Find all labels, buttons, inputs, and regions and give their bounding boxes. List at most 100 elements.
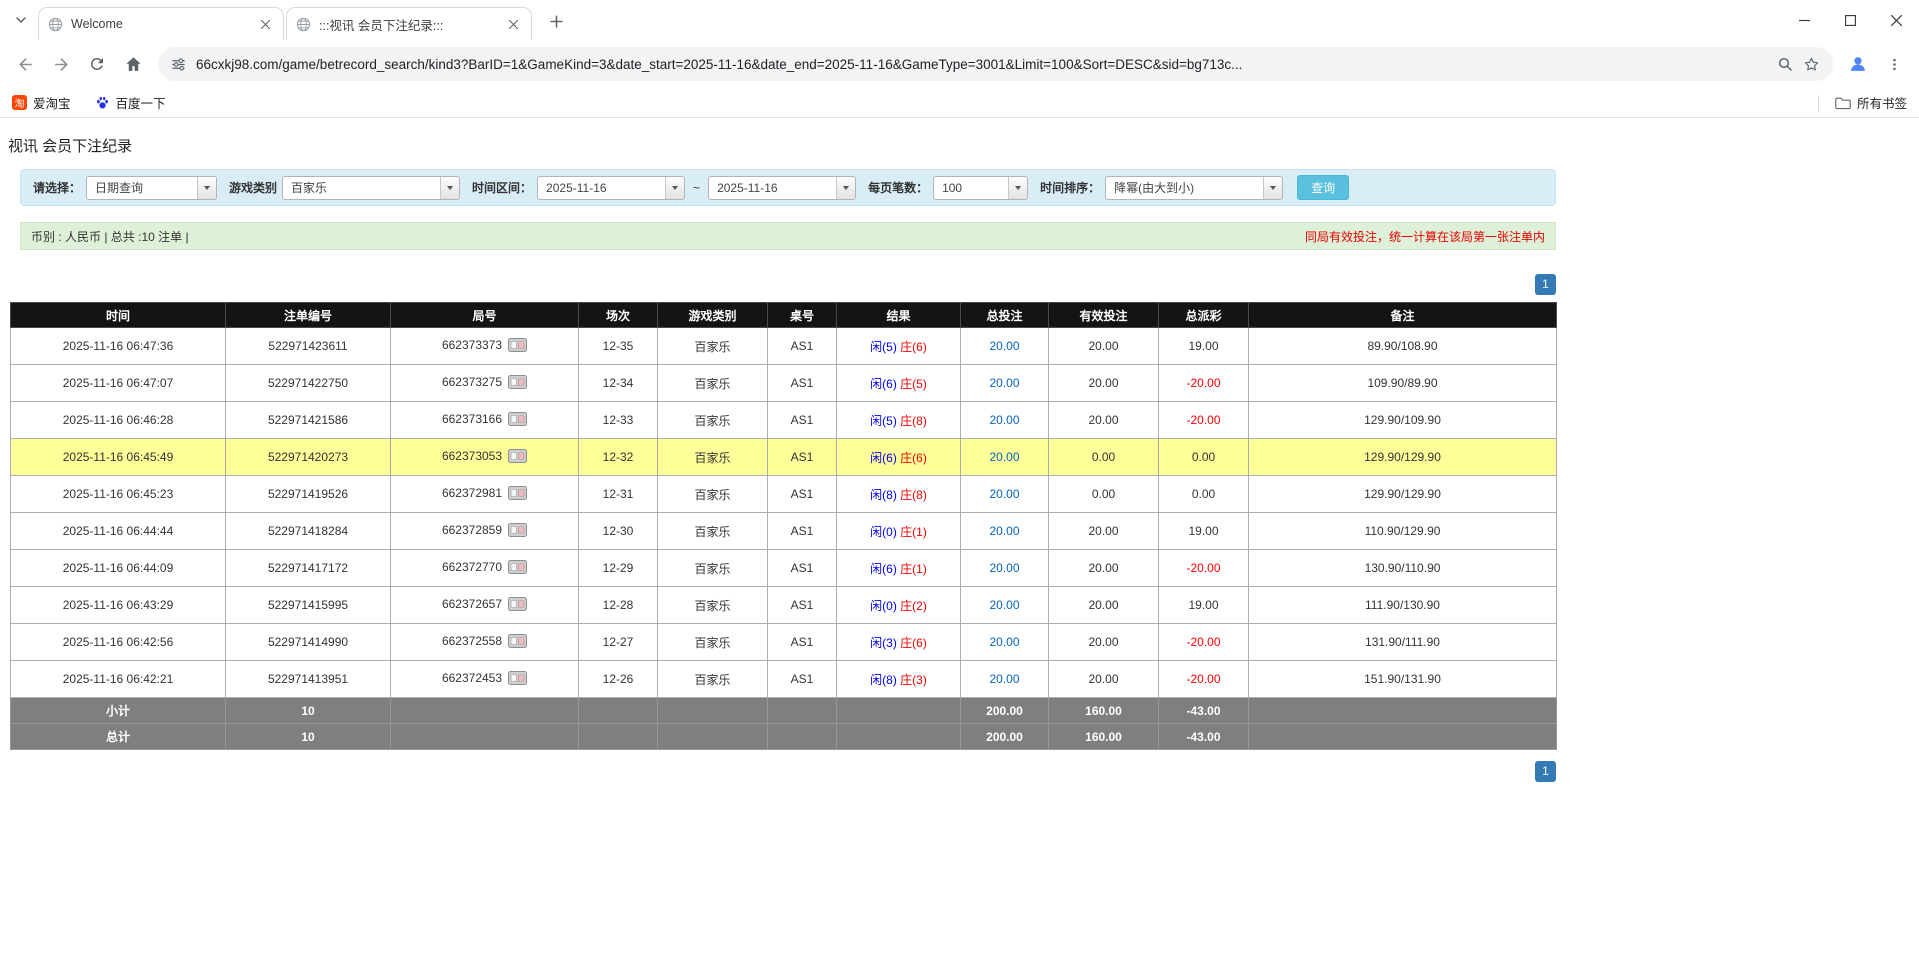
video-replay-icon[interactable] [508, 671, 527, 688]
column-header: 结果 [837, 303, 961, 328]
cell-round-id: 662372981 [391, 476, 579, 513]
per-page-select[interactable]: 100 [933, 176, 1028, 200]
forward-button[interactable] [44, 47, 78, 81]
bookmark-taobao[interactable]: 淘 爱淘宝 [12, 93, 71, 112]
minimize-button[interactable] [1781, 0, 1827, 40]
cell-round-id: 662372859 [391, 513, 579, 550]
bookmark-baidu[interactable]: 百度一下 [95, 93, 166, 112]
tab-close-icon[interactable] [257, 16, 274, 33]
date-end-select[interactable]: 2025-11-16 [708, 176, 856, 200]
chevron-down-icon[interactable] [1263, 177, 1282, 199]
video-replay-icon[interactable] [508, 412, 527, 429]
cell-table-no: AS1 [768, 550, 837, 587]
close-window-button[interactable] [1873, 0, 1919, 40]
cell-bet-id: 522971420273 [226, 439, 391, 476]
cell-bet-id: 522971422750 [226, 365, 391, 402]
query-type-select[interactable]: 日期查询 [86, 176, 217, 200]
search-button[interactable]: 查询 [1297, 175, 1349, 200]
per-page-label: 每页笔数： [868, 179, 928, 196]
result-banker: 庄(6) [900, 636, 927, 650]
cell-round-id: 662372657 [391, 587, 579, 624]
window-controls [1781, 0, 1919, 40]
tab-search-chevron-icon[interactable] [8, 7, 34, 33]
total-bet-link[interactable]: 20.00 [989, 339, 1019, 353]
back-button[interactable] [8, 47, 42, 81]
select-label: 请选择： [33, 179, 81, 196]
all-bookmarks-button[interactable]: 所有书签 [1835, 93, 1907, 112]
result-player: 闲(5) [870, 414, 897, 428]
result-banker: 庄(3) [900, 673, 927, 687]
cell-round-id: 662373053 [391, 439, 579, 476]
profile-avatar[interactable] [1841, 47, 1875, 81]
bet-row: 2025-11-16 06:42:21522971413951662372453… [11, 661, 1557, 698]
video-replay-icon[interactable] [508, 523, 527, 540]
bet-row: 2025-11-16 06:45:49522971420273662373053… [11, 439, 1557, 476]
total-bet-link[interactable]: 20.00 [989, 672, 1019, 686]
cell-payout: 0.00 [1159, 476, 1249, 513]
cell-empty [658, 724, 768, 750]
video-replay-icon[interactable] [508, 560, 527, 577]
total-bet-link[interactable]: 20.00 [989, 524, 1019, 538]
site-settings-icon[interactable] [171, 57, 186, 72]
result-player: 闲(0) [870, 599, 897, 613]
tab-close-icon[interactable] [505, 16, 522, 33]
total-bet-link[interactable]: 20.00 [989, 413, 1019, 427]
address-bar[interactable]: 66cxkj98.com/game/betrecord_search/kind3… [158, 47, 1833, 81]
result-banker: 庄(8) [900, 488, 927, 502]
cell-session: 12-32 [579, 439, 658, 476]
cell-result: 闲(3) 庄(6) [837, 624, 961, 661]
cell-total-bet-sum: 200.00 [961, 724, 1049, 750]
cell-payout: 19.00 [1159, 328, 1249, 365]
new-tab-button[interactable] [542, 7, 570, 35]
column-header: 备注 [1249, 303, 1557, 328]
column-header: 游戏类别 [658, 303, 768, 328]
cell-empty [658, 698, 768, 724]
total-bet-link[interactable]: 20.00 [989, 561, 1019, 575]
total-bet-link[interactable]: 20.00 [989, 487, 1019, 501]
game-type-select[interactable]: 百家乐 [282, 176, 460, 200]
cell-note: 131.90/111.90 [1249, 624, 1557, 661]
bookmark-star-icon[interactable] [1803, 56, 1820, 73]
video-replay-icon[interactable] [508, 338, 527, 355]
tab-welcome[interactable]: Welcome [38, 7, 284, 40]
zoom-icon[interactable] [1777, 56, 1793, 72]
video-replay-icon[interactable] [508, 449, 527, 466]
menu-icon[interactable] [1877, 47, 1911, 81]
sort-select[interactable]: 降幂(由大到小) [1105, 176, 1283, 200]
cell-round-id: 662373373 [391, 328, 579, 365]
total-bet-link[interactable]: 20.00 [989, 450, 1019, 464]
video-replay-icon[interactable] [508, 597, 527, 614]
cell-valid-bet: 20.00 [1049, 661, 1159, 698]
cell-round-id: 662373166 [391, 402, 579, 439]
total-bet-link[interactable]: 20.00 [989, 598, 1019, 612]
chevron-down-icon[interactable] [197, 177, 216, 199]
cell-payout: -20.00 [1159, 402, 1249, 439]
cell-bet-id: 522971418284 [226, 513, 391, 550]
maximize-button[interactable] [1827, 0, 1873, 40]
cell-result: 闲(6) 庄(5) [837, 365, 961, 402]
total-bet-link[interactable]: 20.00 [989, 635, 1019, 649]
page-1-button[interactable]: 1 [1535, 761, 1556, 782]
chevron-down-icon[interactable] [665, 177, 684, 199]
video-replay-icon[interactable] [508, 634, 527, 651]
cell-note: 89.90/108.90 [1249, 328, 1557, 365]
date-start-select[interactable]: 2025-11-16 [537, 176, 685, 200]
chevron-down-icon[interactable] [1008, 177, 1027, 199]
chevron-down-icon[interactable] [440, 177, 459, 199]
total-bet-link[interactable]: 20.00 [989, 376, 1019, 390]
result-banker: 庄(8) [900, 414, 927, 428]
cell-game-type: 百家乐 [658, 550, 768, 587]
page-1-button[interactable]: 1 [1535, 274, 1556, 295]
refresh-button[interactable] [80, 47, 114, 81]
tab-title: :::视讯 会员下注纪录::: [319, 15, 497, 34]
tab-betrecord[interactable]: :::视讯 会员下注纪录::: [286, 7, 532, 40]
video-replay-icon[interactable] [508, 486, 527, 503]
cell-game-type: 百家乐 [658, 328, 768, 365]
cell-round-id: 662372770 [391, 550, 579, 587]
home-button[interactable] [116, 47, 150, 81]
chevron-down-icon[interactable] [836, 177, 855, 199]
cell-payout: 0.00 [1159, 439, 1249, 476]
video-replay-icon[interactable] [508, 375, 527, 392]
browser-toolbar: 66cxkj98.com/game/betrecord_search/kind3… [0, 40, 1919, 88]
table-header-row: 时间注单编号局号场次游戏类别桌号结果总投注有效投注总派彩备注 [11, 303, 1557, 328]
